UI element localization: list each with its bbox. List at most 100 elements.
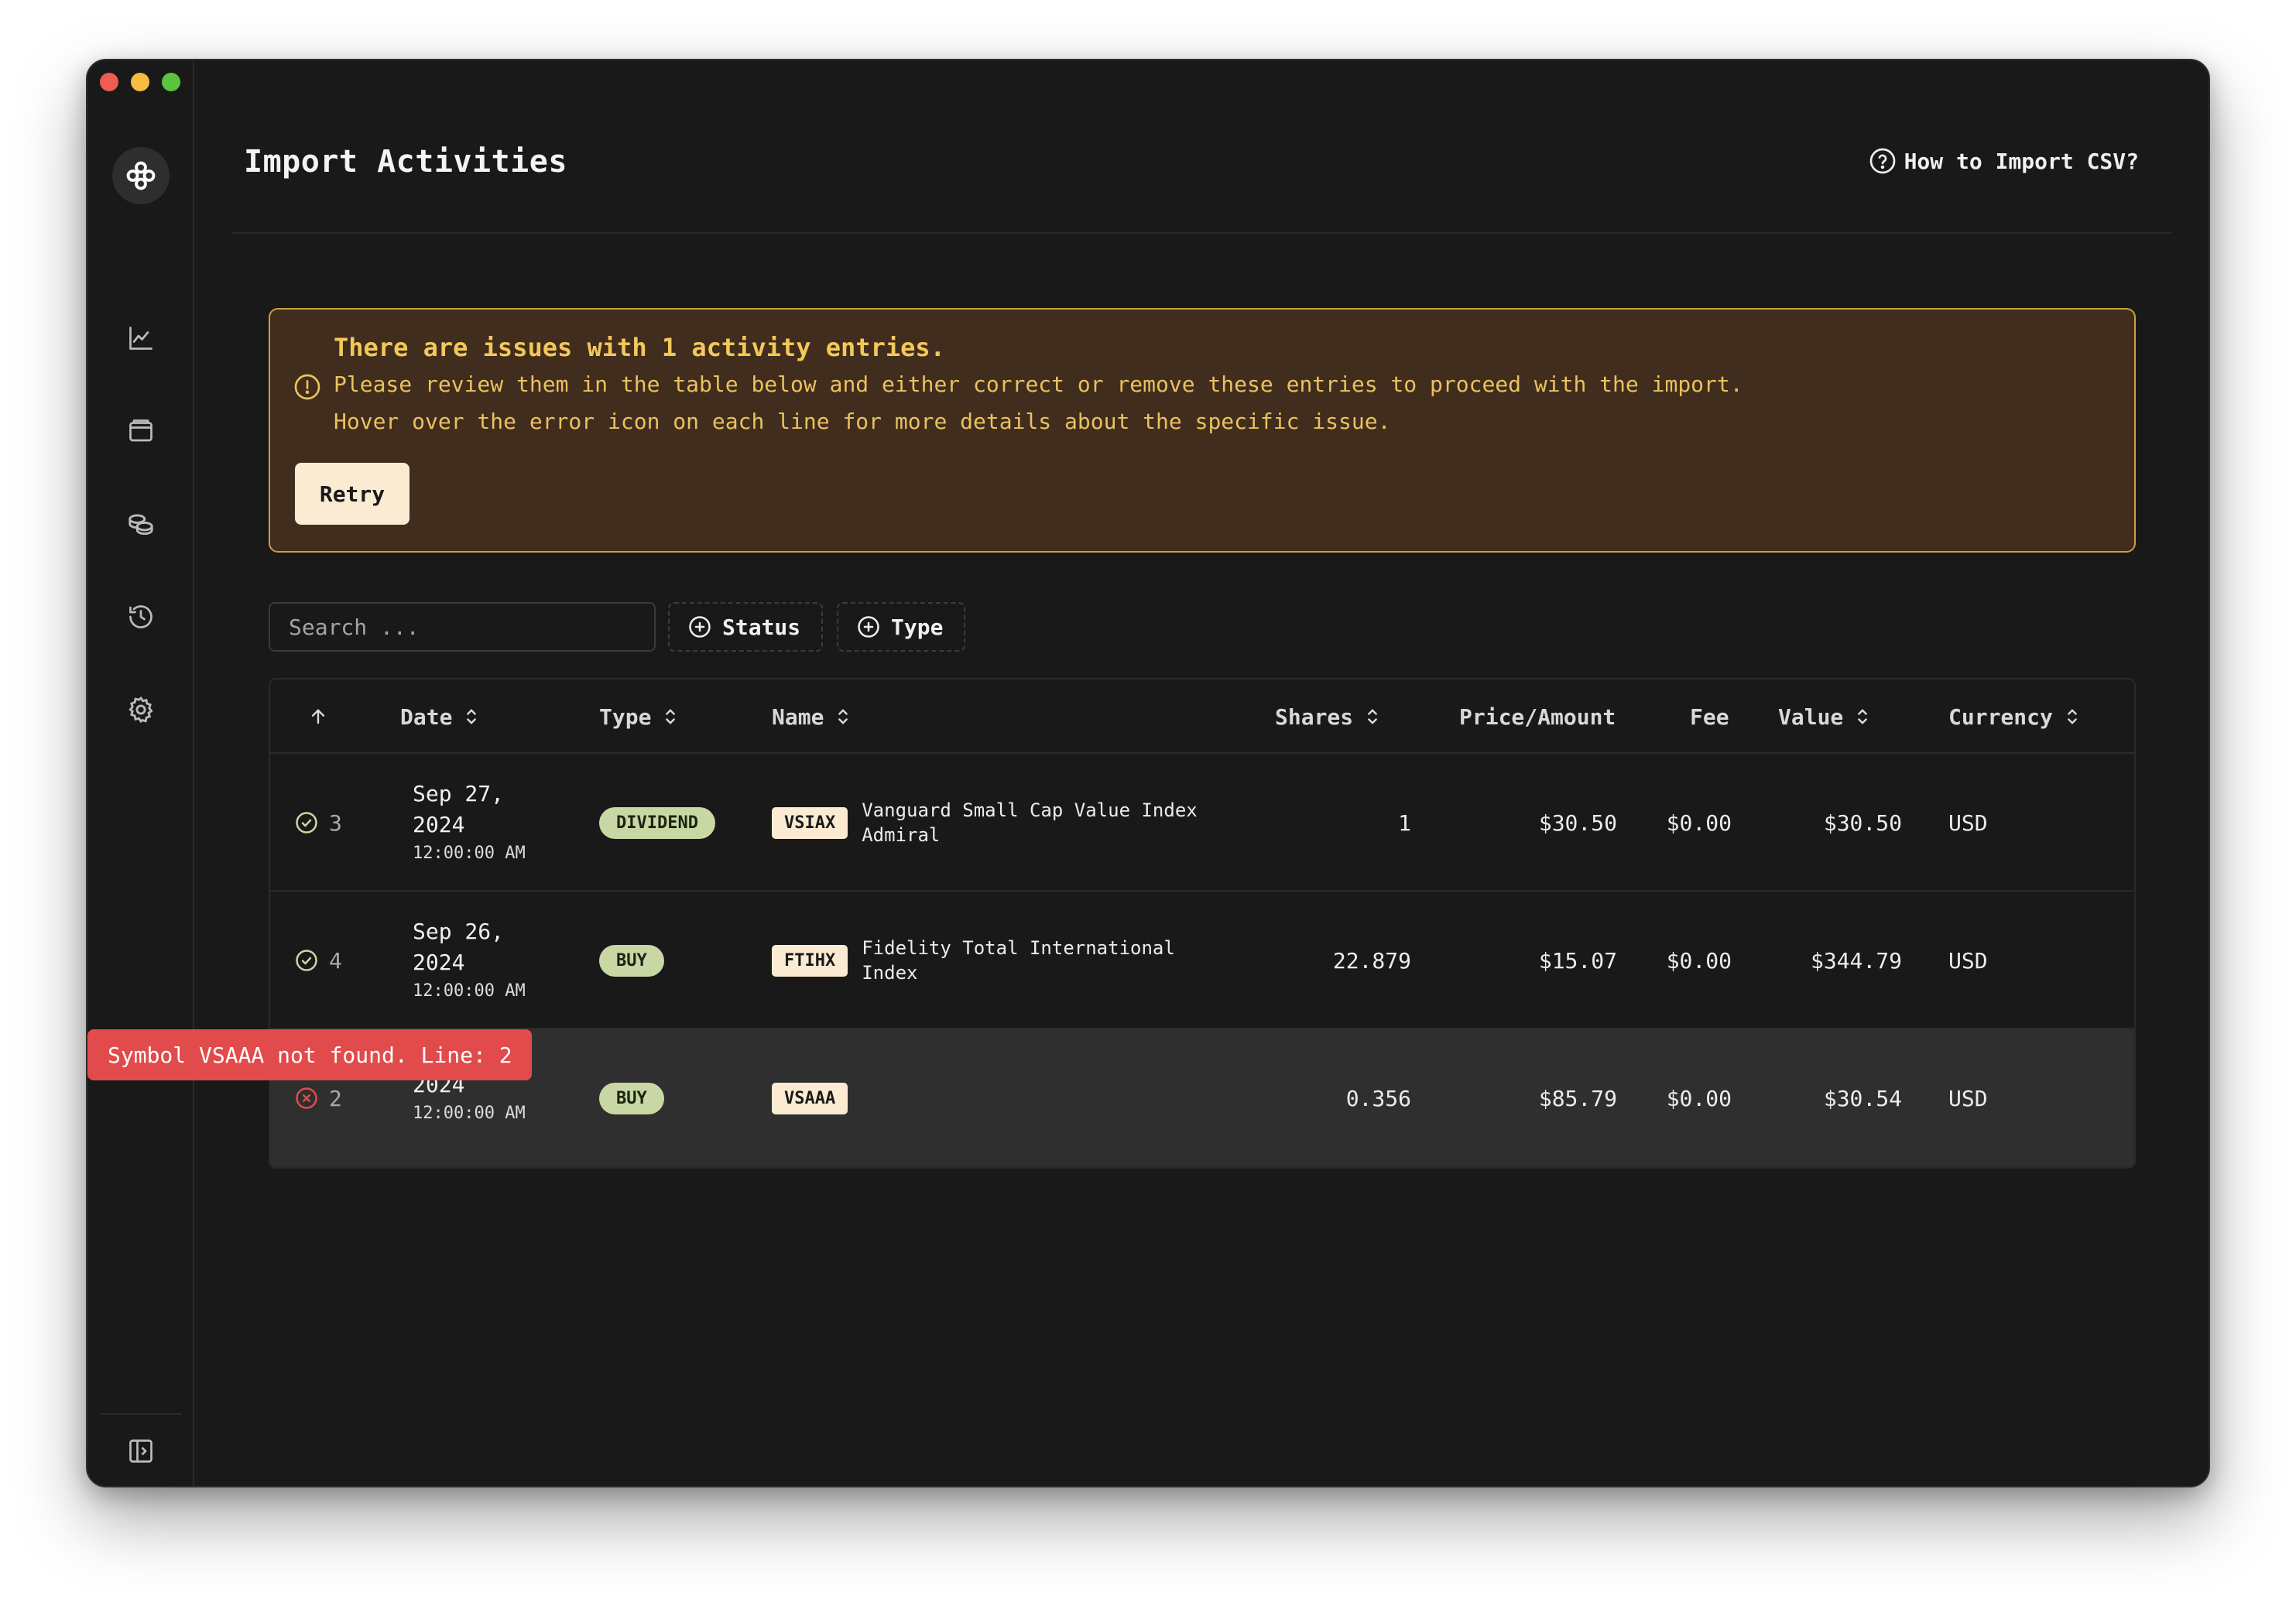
alert-title: There are issues with 1 activity entries…	[334, 333, 945, 362]
column-header-currency[interactable]: Currency	[1948, 679, 2081, 754]
row-value: $30.54	[1823, 1085, 1902, 1111]
row-currency: USD	[1948, 947, 1988, 974]
how-to-import-label: How to Import CSV?	[1904, 148, 2139, 174]
row-value: $30.50	[1823, 810, 1902, 836]
symbol-badge: VSIAX	[772, 806, 848, 839]
column-label: Shares	[1275, 703, 1354, 730]
symbol-badge: FTIHX	[772, 944, 848, 977]
error-circle-icon[interactable]	[295, 1087, 318, 1110]
sidebar	[87, 60, 194, 1486]
row-price: $15.07	[1538, 947, 1617, 974]
column-header-date[interactable]: Date	[400, 679, 480, 754]
app-window: Import Activities How to Import CSV? The…	[86, 59, 2210, 1487]
line-number: 3	[329, 810, 342, 836]
column-header-fee: Fee	[1690, 679, 1729, 754]
app-logo-icon[interactable]	[112, 147, 170, 204]
activities-table: Date Type Name Shares Price/Amount Fee V…	[269, 678, 2136, 1169]
table-row[interactable]: 4 Sep 26, 2024 12:00:00 AM BUY FTIHX Fid…	[270, 892, 2134, 1029]
row-shares: 0.356	[1345, 1085, 1411, 1111]
column-label: Type	[599, 703, 652, 730]
error-tooltip: Symbol VSAAA not found. Line: 2	[87, 1029, 532, 1080]
line-number: 4	[329, 947, 342, 974]
plus-circle-icon	[689, 616, 711, 638]
alert-circle-icon	[293, 373, 321, 404]
sort-chevrons-icon	[467, 709, 477, 724]
column-label: Date	[400, 703, 453, 730]
import-issues-alert: There are issues with 1 activity entries…	[269, 308, 2136, 553]
status-filter-button[interactable]: Status	[668, 602, 823, 652]
wallet-icon[interactable]	[122, 412, 160, 450]
row-currency: USD	[1948, 1085, 1988, 1111]
date-time: 12:00:00 AM	[413, 981, 526, 1001]
row-name: VSIAX Vanguard Small Cap Value Index Adm…	[772, 754, 1210, 892]
column-header-value[interactable]: Value	[1778, 679, 1871, 754]
date-year: 2024	[413, 950, 465, 975]
row-date: Sep 27, 2024 12:00:00 AM	[413, 754, 526, 892]
row-date: Sep 26, 2024 12:00:00 AM	[413, 892, 526, 1029]
type-filter-button[interactable]: Type	[837, 602, 965, 652]
table-row-error[interactable]: 2 2024 12:00:00 AM BUY VSAAA 0.356 $85.7…	[270, 1029, 2134, 1167]
column-label: Price/Amount	[1459, 703, 1616, 730]
date-year: 2024	[413, 812, 465, 837]
help-circle-icon	[1869, 148, 1895, 174]
history-icon[interactable]	[122, 597, 160, 636]
column-label: Currency	[1948, 703, 2053, 730]
table-header: Date Type Name Shares Price/Amount Fee V…	[270, 679, 2134, 754]
column-label: Name	[772, 703, 824, 730]
row-price: $30.50	[1538, 810, 1617, 836]
check-circle-icon	[296, 812, 317, 834]
row-shares: 1	[1398, 810, 1411, 836]
chart-line-icon[interactable]	[122, 319, 160, 358]
row-type: BUY	[599, 1029, 664, 1167]
row-fee: $0.00	[1666, 947, 1732, 974]
activity-type-badge: DIVIDEND	[599, 806, 715, 839]
column-header-type[interactable]: Type	[599, 679, 679, 754]
sort-line-header[interactable]	[307, 679, 329, 754]
row-fee: $0.00	[1666, 1085, 1732, 1111]
search-input[interactable]	[269, 602, 656, 652]
symbol-badge: VSAAA	[772, 1082, 848, 1114]
column-header-price: Price/Amount	[1459, 679, 1616, 754]
row-type: BUY	[599, 892, 664, 1029]
column-label: Value	[1778, 703, 1844, 730]
table-row[interactable]: 3 Sep 27, 2024 12:00:00 AM DIVIDEND VSIA…	[270, 754, 2134, 892]
activity-type-badge: BUY	[599, 944, 664, 977]
check-circle-icon	[296, 950, 317, 971]
date-time: 12:00:00 AM	[413, 844, 526, 863]
sort-chevrons-icon	[666, 709, 676, 724]
row-fee: $0.00	[1666, 810, 1732, 836]
row-value: $344.79	[1810, 947, 1902, 974]
page-title: Import Activities	[244, 144, 567, 180]
gear-icon[interactable]	[122, 690, 160, 729]
asset-name: Fidelity Total International Index	[862, 937, 1175, 984]
sort-chevrons-icon	[1368, 709, 1377, 724]
row-currency: USD	[1948, 810, 1988, 836]
column-header-shares[interactable]: Shares	[1275, 679, 1381, 754]
row-status: 4	[295, 892, 342, 1029]
date-text: Sep 26,	[413, 919, 505, 944]
sort-chevrons-icon	[838, 709, 848, 724]
column-header-name[interactable]: Name	[772, 679, 852, 754]
row-shares: 22.879	[1332, 947, 1411, 974]
coins-icon[interactable]	[122, 505, 160, 543]
row-name: FTIHX Fidelity Total International Index	[772, 892, 1187, 1029]
row-status: 3	[295, 754, 342, 892]
main-content: Import Activities How to Import CSV? The…	[194, 60, 2209, 1486]
sort-chevrons-icon	[1858, 709, 1868, 724]
activity-type-badge: BUY	[599, 1082, 664, 1114]
retry-button[interactable]: Retry	[295, 463, 410, 525]
sidebar-divider	[100, 1413, 182, 1415]
header-divider	[231, 232, 2171, 234]
column-label: Fee	[1690, 703, 1729, 730]
type-filter-label: Type	[891, 614, 944, 640]
row-price: $85.79	[1538, 1085, 1617, 1111]
date-text: Sep 27,	[413, 781, 505, 806]
row-type: DIVIDEND	[599, 754, 715, 892]
status-filter-label: Status	[722, 614, 801, 640]
plus-circle-icon	[858, 616, 879, 638]
panel-toggle-icon[interactable]	[122, 1432, 160, 1470]
date-time: 12:00:00 AM	[413, 1104, 526, 1123]
how-to-import-link[interactable]: How to Import CSV?	[1869, 147, 2139, 175]
line-number: 2	[329, 1085, 342, 1111]
row-name: VSAAA	[772, 1029, 1210, 1167]
